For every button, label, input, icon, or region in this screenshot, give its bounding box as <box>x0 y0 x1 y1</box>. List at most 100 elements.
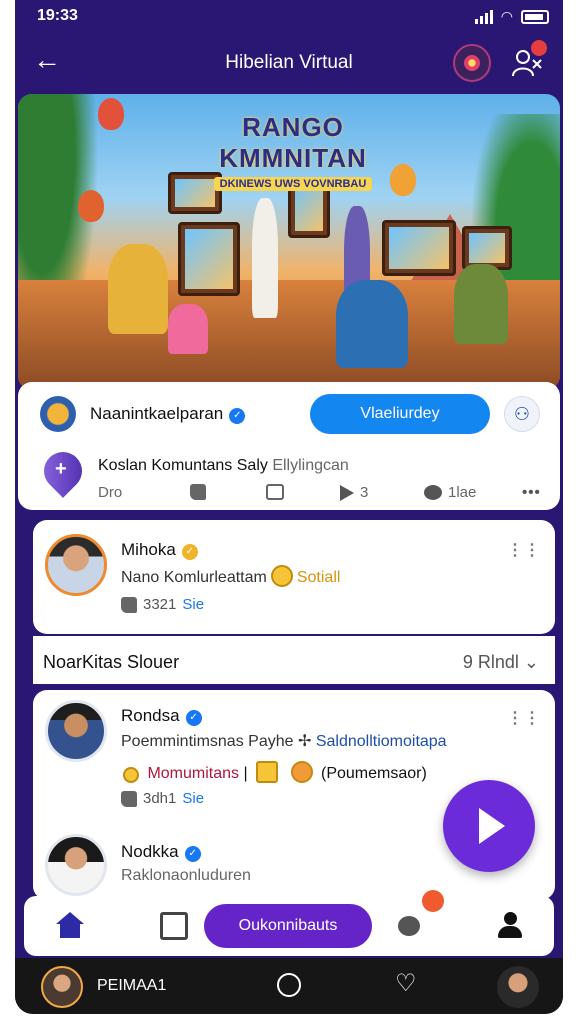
feed-author[interactable]: Nodkka ✓ <box>121 842 201 862</box>
edit-action[interactable] <box>266 484 284 500</box>
comment-text-main: Nano Komlurleattam <box>121 569 267 586</box>
page-name-row[interactable]: Naanintkaelparan ✓ <box>90 404 246 424</box>
feed-author[interactable]: Rondsa ✓ <box>121 706 202 726</box>
verified-icon: ✓ <box>229 408 246 424</box>
share-icon <box>340 484 354 501</box>
more-icon[interactable]: ••• <box>522 484 541 501</box>
post-actions: Dro 3 1lae ••• <box>98 484 541 506</box>
verified-icon: ✓ <box>185 710 202 726</box>
page-avatar[interactable] <box>40 396 76 432</box>
hero-person <box>108 244 168 334</box>
feed-author-name: Rondsa <box>121 706 180 725</box>
verified-icon: ✓ <box>184 846 201 862</box>
home-icon[interactable] <box>56 912 84 940</box>
post-title-text: Koslan Komuntans Saly <box>98 457 268 474</box>
comment-label: 1lae <box>448 484 477 501</box>
hero-person <box>336 280 408 368</box>
signal-icon <box>474 9 493 24</box>
system-label: PEIMAA1 <box>97 977 167 994</box>
comment-meta: 3321 Sie <box>121 596 204 613</box>
app-bar: ← Hibelian Virtual <box>15 34 563 90</box>
section-header: NoarKitas Slouer 9 Rlndl ⌄ <box>43 648 539 674</box>
send-fab-button[interactable] <box>443 780 535 872</box>
status-icons: ◠ <box>474 8 549 25</box>
post-title-extra: Ellylingcan <box>272 457 349 474</box>
hero-tv <box>382 220 456 276</box>
share-count: 3 <box>360 484 369 501</box>
chevron-down-icon: ⌄ <box>523 652 539 672</box>
reply-link[interactable]: Sie <box>182 596 204 613</box>
reactions-label: Dro <box>98 484 123 501</box>
feed-line-2: Momumitans | (Poumemsaor) <box>119 761 427 783</box>
feed-line-1-text: Poemmintimsnas Payhe <box>121 733 294 750</box>
clock-emoji-icon <box>290 761 313 783</box>
avatar[interactable] <box>45 834 107 896</box>
hero-person <box>252 198 278 318</box>
chat-icon[interactable] <box>396 912 424 940</box>
avatar[interactable] <box>497 966 539 1008</box>
battery-icon <box>521 9 549 24</box>
kebab-menu-icon[interactable]: ⋮⋮ <box>507 540 541 560</box>
smile-emoji-icon <box>270 565 293 587</box>
filter-dropdown[interactable]: 9 Rlndl ⌄ <box>463 652 539 673</box>
hero-balloon <box>78 190 104 222</box>
emoji-icon <box>123 767 139 783</box>
hero-banner-title: RANGO KMMNITAN <box>219 112 367 173</box>
gold-badge-icon: ✓ <box>181 544 198 560</box>
camera-icon[interactable] <box>453 44 491 82</box>
comment-icon <box>424 485 442 500</box>
chat-badge <box>422 890 444 912</box>
comment-highlight: Sotiall <box>296 569 341 586</box>
feed-likes: 3dh1 <box>143 790 177 807</box>
people-icon[interactable] <box>511 40 547 78</box>
status-time: 19:33 <box>37 7 78 24</box>
wifi-icon: ◠ <box>500 8 513 24</box>
comment-card: Mihoka ✓ Nano Komlurleattam Sotiall 3321 S… <box>33 520 555 634</box>
comment-text: Nano Komlurleattam Sotiall <box>121 565 340 587</box>
location-pin-icon: + <box>44 452 82 498</box>
follow-button[interactable]: Vlaeliurdey <box>310 394 490 434</box>
hero-balloon <box>98 98 124 130</box>
notification-badge <box>531 40 547 56</box>
feed-line-2-end: (Poumemsaor) <box>321 765 427 782</box>
comment-action[interactable]: 1lae <box>424 484 476 501</box>
edit-icon <box>266 484 284 500</box>
hero-banner-subtitle: DKINEWS UWS VOVNRBAU <box>213 177 373 191</box>
system-bar: PEIMAA1 ♡ <box>15 958 563 1014</box>
home-circle-icon[interactable] <box>277 973 301 997</box>
comment-author[interactable]: Mihoka ✓ <box>121 540 198 560</box>
feed-subtitle: Raklonaonluduren <box>121 867 251 884</box>
avatar[interactable] <box>45 534 107 596</box>
feed-meta: 3dh1 Sie <box>121 790 204 807</box>
feed-author-name: Nodkka <box>121 842 179 861</box>
profile-tab-icon[interactable] <box>496 912 524 940</box>
gift-icon <box>256 761 279 783</box>
share-action[interactable]: 3 <box>340 484 368 501</box>
center-tab-button[interactable]: Oukonnibauts <box>204 904 372 948</box>
reply-link[interactable]: Sie <box>182 790 204 807</box>
section-title: NoarKitas Slouer <box>43 652 180 672</box>
like-action[interactable] <box>190 484 206 500</box>
phone-screen: 19:33 ◠ ← Hibelian Virtual RANGO KMMNITA… <box>15 0 563 1014</box>
status-bar: 19:33 ◠ <box>15 0 563 34</box>
filter-label: Rlndl <box>477 652 519 672</box>
heart-icon[interactable]: ♡ <box>395 972 417 996</box>
avatar[interactable] <box>45 700 107 762</box>
avatar[interactable] <box>41 966 83 1008</box>
reactions-action[interactable]: Dro <box>98 484 122 501</box>
hero-image[interactable]: RANGO KMMNITAN DKINEWS UWS VOVNRBAU <box>18 94 560 390</box>
feed-line-2-red: Momumitans <box>147 765 240 782</box>
hero-person <box>168 304 208 354</box>
feed-line-1-link[interactable]: Saldnolltiomoitapa <box>316 733 447 750</box>
kebab-menu-icon[interactable]: ⋮⋮ <box>507 708 541 728</box>
thumb-up-icon[interactable] <box>121 790 137 807</box>
book-icon[interactable] <box>160 912 188 940</box>
hero-tv <box>178 222 240 296</box>
post-title: Koslan Komuntans Saly Ellylingcan <box>98 457 349 475</box>
profile-icon[interactable]: ⚇ <box>504 396 540 432</box>
bottom-tab-bar: Oukonnibauts <box>24 890 554 956</box>
page-name: Naanintkaelparan <box>90 404 224 423</box>
post-card: Naanintkaelparan ✓ Vlaeliurdey ⚇ + Koslan… <box>18 382 560 510</box>
comment-author-name: Mihoka <box>121 540 176 559</box>
thumb-up-icon[interactable] <box>121 596 137 613</box>
